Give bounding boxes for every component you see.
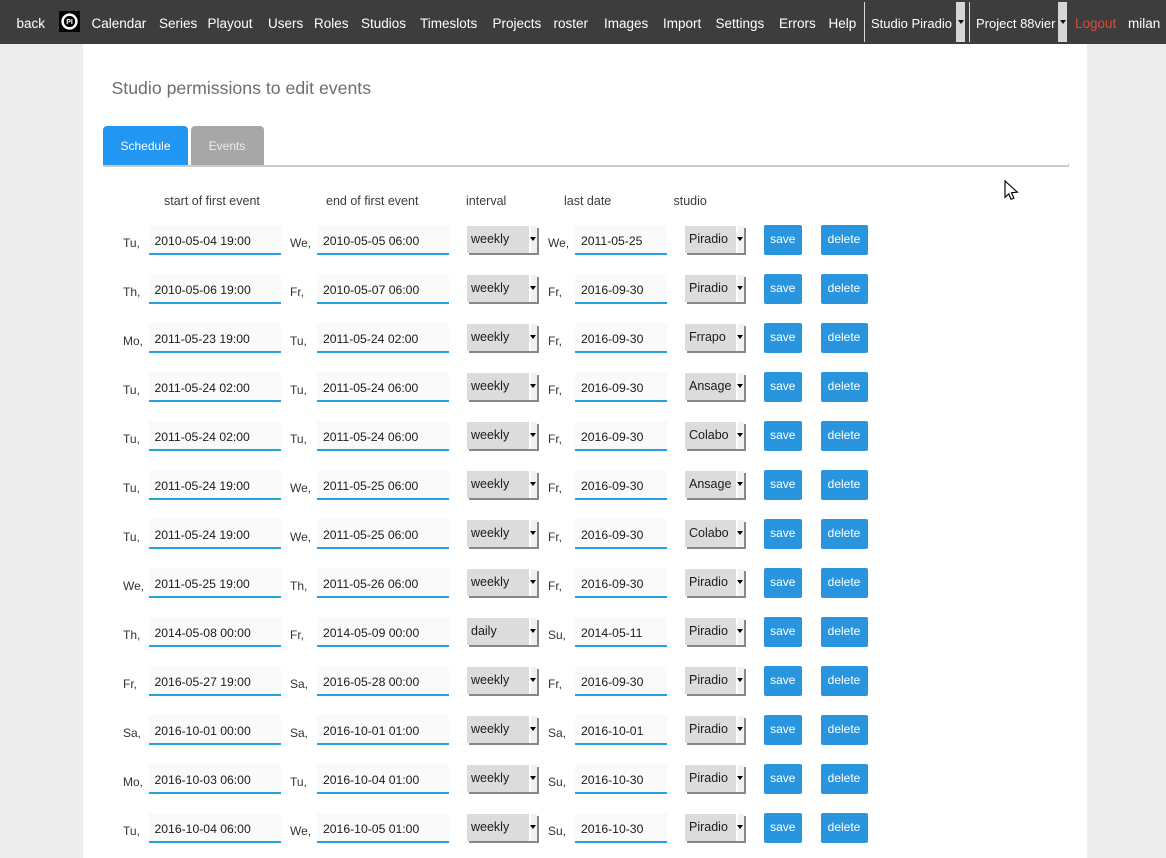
svg-text:PI: PI [66,19,73,26]
